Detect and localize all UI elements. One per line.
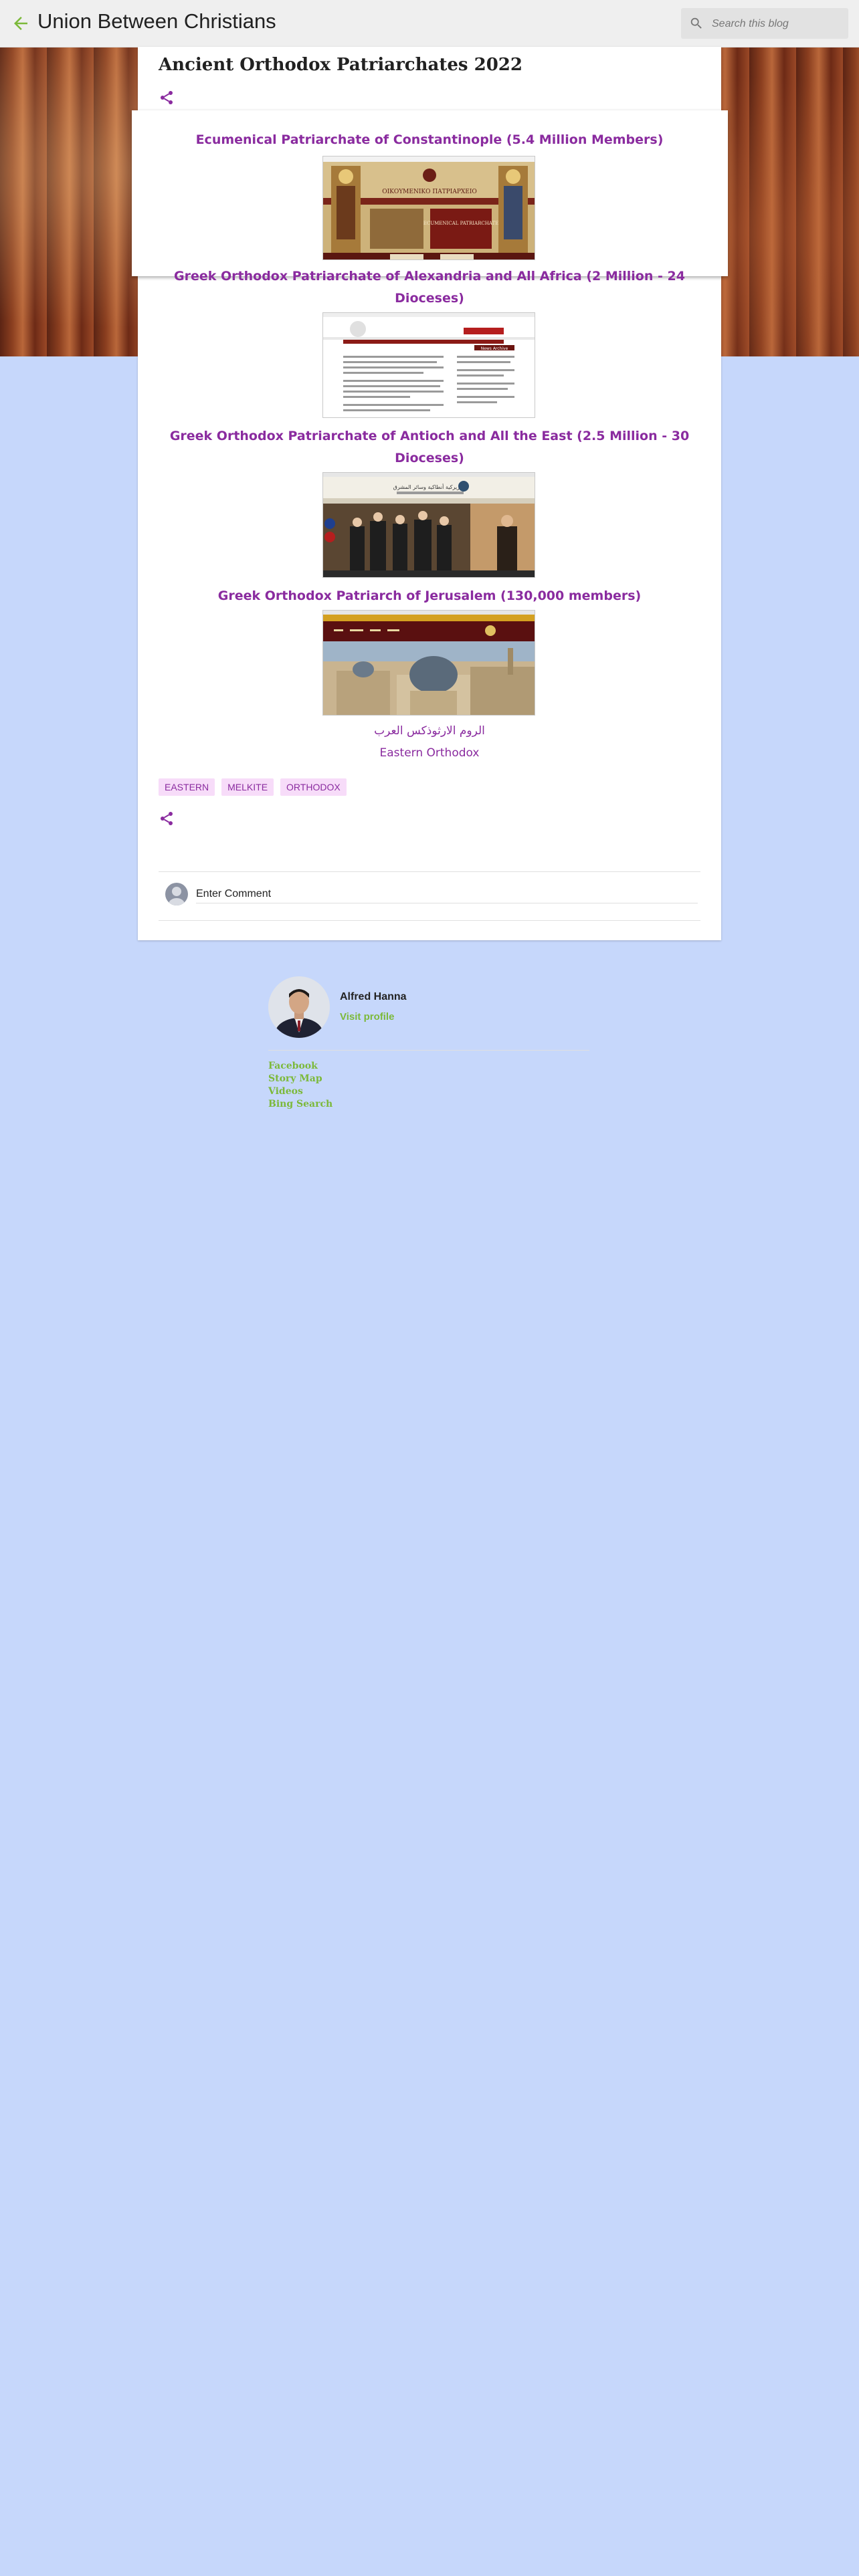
heading-constantinople-link[interactable]: Ecumenical Patriarchate of Constantinopl…	[159, 129, 700, 151]
profile-photo[interactable]	[268, 976, 330, 1038]
blog-title[interactable]: Union Between Christians	[37, 9, 276, 33]
screenshot-alexandria[interactable]: News Archive	[322, 312, 535, 418]
comment-input[interactable]: Enter Comment	[196, 888, 271, 900]
footer-link-story-map[interactable]: Story Map	[268, 1073, 332, 1085]
label-chip[interactable]: ORTHODOX	[280, 778, 347, 796]
search-input[interactable]	[710, 14, 844, 34]
post-title: Ancient Orthodox Patriarchates 2022	[159, 55, 522, 75]
share-icon[interactable]	[159, 90, 175, 108]
search-icon	[690, 17, 702, 29]
profile-name: Alfred Hanna	[340, 991, 407, 1002]
eastern-orthodox-link[interactable]: Eastern Orthodox	[159, 746, 700, 760]
comments-divider	[159, 871, 700, 872]
antioch-image-text: بطريركية أنطاكية وسائر المشرق	[393, 484, 466, 490]
arabic-orthodox-link[interactable]: الروم الارثوذكس العرب	[159, 724, 700, 738]
heading-jerusalem-link[interactable]: Greek Orthodox Patriarch of Jerusalem (1…	[159, 585, 700, 607]
search-box[interactable]	[681, 8, 848, 39]
label-chip[interactable]: EASTERN	[159, 778, 215, 796]
profile-divider	[268, 1050, 589, 1051]
visit-profile-link[interactable]: Visit profile	[340, 1011, 394, 1023]
label-chip[interactable]: MELKITE	[221, 778, 274, 796]
heading-alexandria-link[interactable]: Greek Orthodox Patriarchate of Alexandri…	[159, 265, 700, 310]
share-icon[interactable]	[159, 811, 175, 829]
heading-antioch-link[interactable]: Greek Orthodox Patriarchate of Antioch a…	[159, 425, 700, 469]
alexandria-image-text: News Archive	[481, 346, 508, 351]
back-arrow-icon[interactable]	[11, 13, 31, 33]
svg-text:ΟΙΚΟΥΜΕΝΙΚΟ ΠΑΤΡΙΑΡΧΕΙΟ: ΟΙΚΟΥΜΕΝΙΚΟ ΠΑΤΡΙΑΡΧΕΙΟ	[382, 189, 477, 195]
footer-links: Facebook Story Map Videos Bing Search	[268, 1060, 332, 1111]
top-bar: Union Between Christians	[0, 0, 859, 47]
screenshot-jerusalem[interactable]	[322, 610, 535, 716]
footer-link-videos[interactable]: Videos	[268, 1085, 332, 1098]
comments-bottom-divider	[159, 920, 700, 921]
footer-link-facebook[interactable]: Facebook	[268, 1060, 332, 1073]
screenshot-antioch[interactable]: بطريركية أنطاكية وسائر المشرق	[322, 472, 535, 578]
post-labels: EASTERN MELKITE ORTHODOX	[159, 778, 347, 796]
footer-link-bing-search[interactable]: Bing Search	[268, 1098, 332, 1111]
commenter-avatar	[165, 883, 188, 905]
constantinople-image-text: ECUMENICAL PATRIARCHATE	[423, 221, 499, 226]
screenshot-constantinople[interactable]: ΟΙΚΟΥΜΕΝΙΚΟ ΠΑΤΡΙΑΡΧΕΙΟ ECUMENICAL PATRI…	[322, 156, 535, 260]
